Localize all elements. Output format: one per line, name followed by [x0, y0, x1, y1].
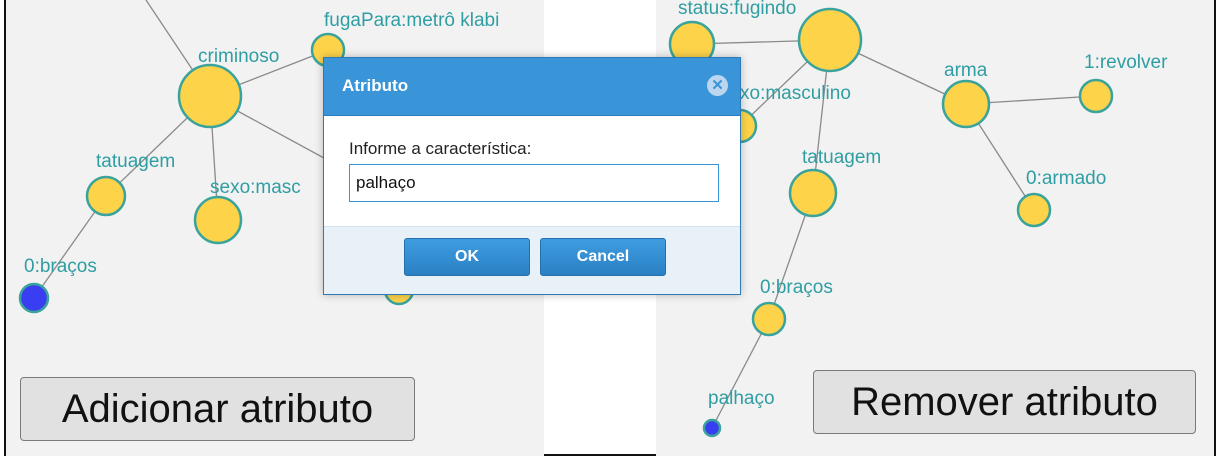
node-tatuagem[interactable] — [85, 175, 127, 217]
attribute-input[interactable] — [349, 164, 719, 202]
node-tatuagem[interactable] — [788, 168, 838, 218]
label-tatuagem: tatuagem — [802, 147, 881, 168]
label-sexo: sexo:masc — [210, 177, 301, 198]
label-sexo: xo:masculino — [740, 83, 851, 104]
dialog-button-bar: OK Cancel — [324, 226, 740, 294]
label-armado: 0:armado — [1026, 168, 1106, 189]
node-status[interactable] — [797, 7, 863, 73]
cancel-button[interactable]: Cancel — [540, 238, 666, 276]
label-status: status:fugindo — [678, 0, 796, 19]
label-criminoso: criminoso — [198, 46, 279, 67]
label-palhaco: palhaço — [708, 388, 775, 409]
label-tatuagem: tatuagem — [96, 151, 175, 172]
attribute-dialog: Atributo ✕ Informe a característica: OK … — [323, 57, 741, 295]
dialog-titlebar[interactable]: Atributo ✕ — [324, 58, 740, 116]
label-fuga: fugaPara:metrô klabi — [324, 10, 499, 31]
close-icon[interactable]: ✕ — [707, 75, 728, 96]
node-palhaco[interactable] — [702, 418, 722, 438]
label-bracos: 0:braços — [24, 256, 97, 277]
dialog-title: Atributo — [342, 76, 409, 95]
add-attribute-button[interactable]: Adicionar atributo — [20, 377, 415, 441]
dialog-prompt: Informe a característica: — [349, 139, 532, 158]
label-revolver: 1:revolver — [1084, 52, 1168, 73]
node-bracos[interactable] — [751, 301, 787, 337]
node-criminoso[interactable] — [177, 63, 243, 129]
label-arma: arma — [944, 60, 988, 81]
remove-attribute-button[interactable]: Remover atributo — [813, 370, 1196, 434]
node-revolver[interactable] — [1078, 78, 1114, 114]
node-arma[interactable] — [941, 79, 991, 129]
node-armado[interactable] — [1016, 192, 1052, 228]
ok-button[interactable]: OK — [404, 238, 530, 276]
node-bracos[interactable] — [18, 282, 50, 314]
node-sexo[interactable] — [193, 195, 243, 245]
label-bracos: 0:braços — [760, 277, 833, 298]
graph-edge — [711, 318, 770, 429]
